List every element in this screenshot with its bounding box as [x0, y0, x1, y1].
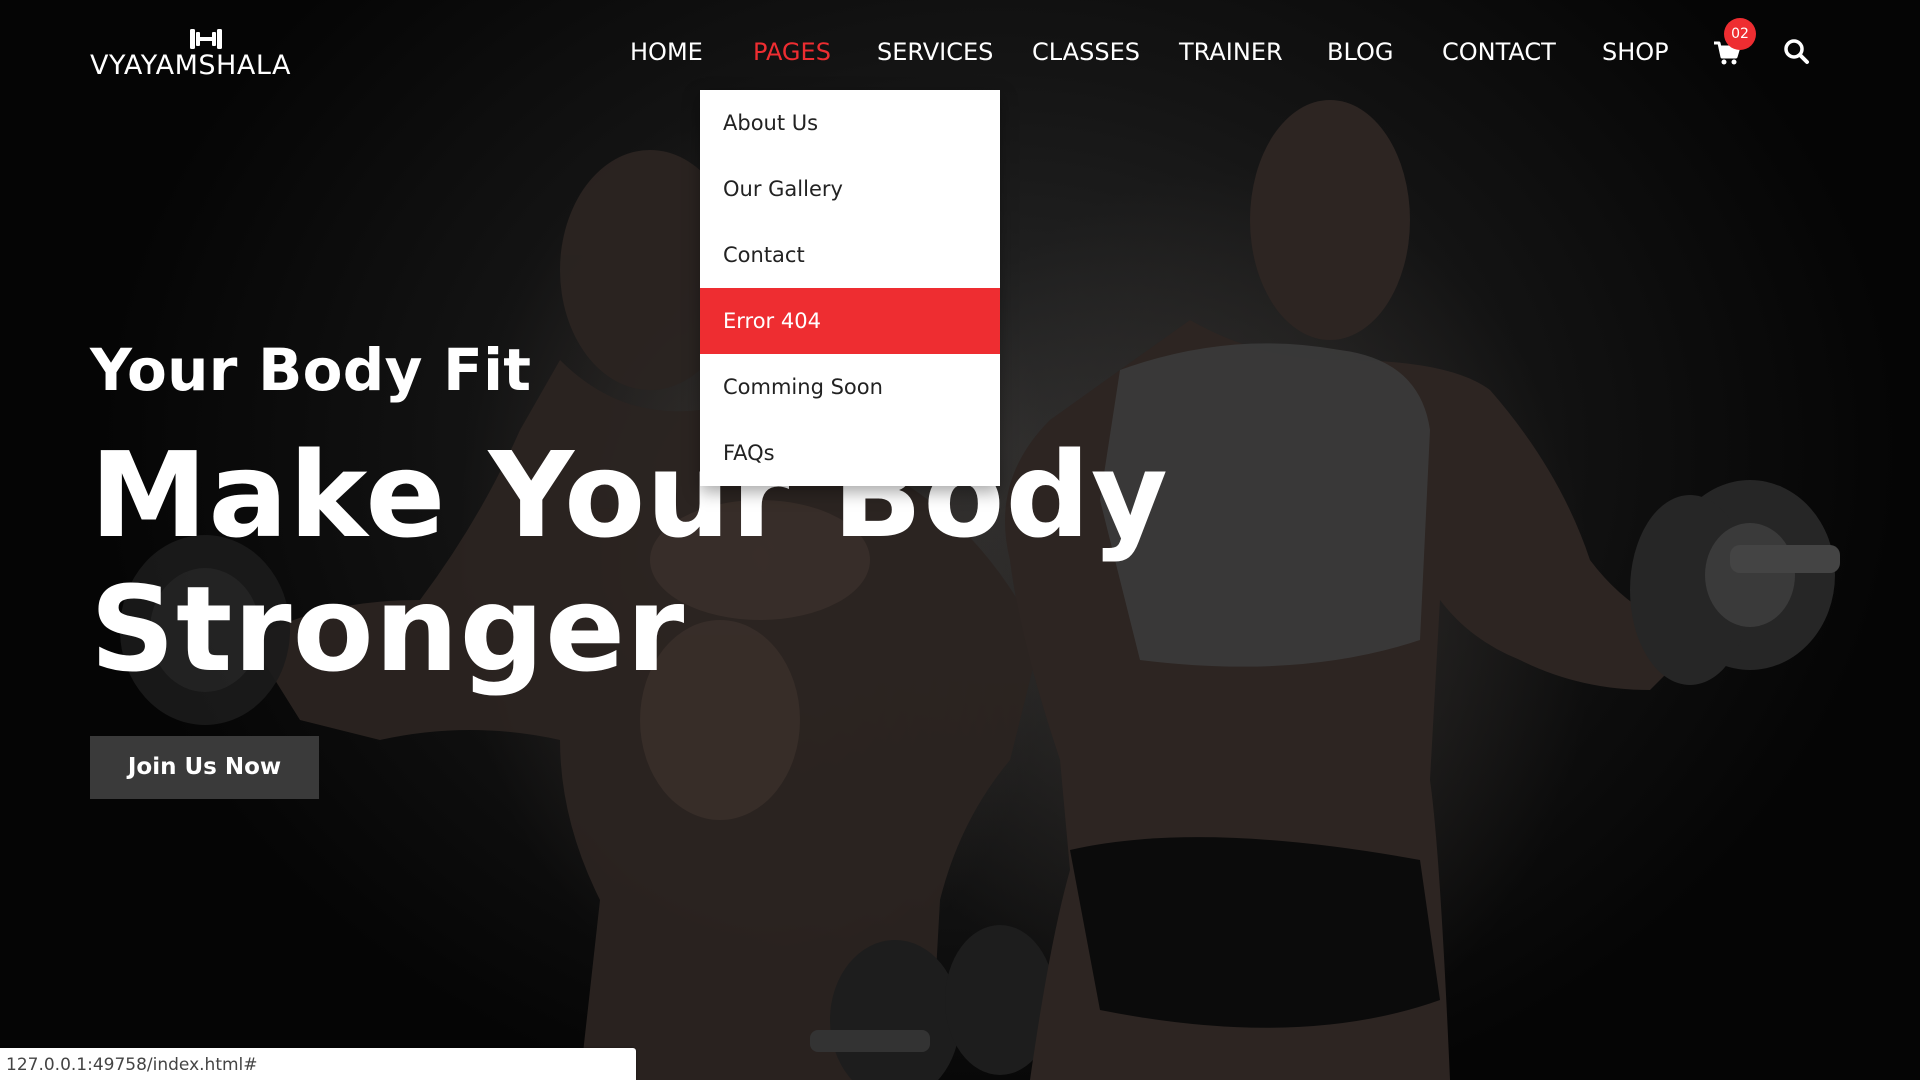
- pages-dropdown-menu: About Us Our Gallery Contact Error 404 C…: [700, 90, 1000, 486]
- page: VYAYAMSHALA HOME PAGES SERVICES CLASSES …: [0, 0, 1920, 1080]
- nav-item-home[interactable]: HOME: [630, 38, 703, 66]
- search-icon[interactable]: [1783, 38, 1811, 66]
- hero-subtitle: Your Body Fit: [90, 336, 532, 404]
- brand-name: VYAYAMSHALA: [90, 50, 291, 81]
- nav-item-trainer[interactable]: TRAINER: [1179, 38, 1283, 66]
- dropdown-item-comming-soon[interactable]: Comming Soon: [700, 354, 1000, 420]
- brand-logo[interactable]: VYAYAMSHALA: [90, 26, 326, 86]
- nav-item-classes[interactable]: CLASSES: [1032, 38, 1140, 66]
- dropdown-item-our-gallery[interactable]: Our Gallery: [700, 156, 1000, 222]
- nav-item-blog[interactable]: BLOG: [1327, 38, 1393, 66]
- dropdown-item-error-404[interactable]: Error 404: [700, 288, 1000, 354]
- dumbbell-icon: [190, 29, 222, 49]
- nav-item-pages[interactable]: PAGES: [753, 38, 831, 66]
- hero-title: Make Your Body Stronger: [90, 428, 1169, 696]
- join-us-now-button[interactable]: Join Us Now: [90, 736, 319, 799]
- status-url: 127.0.0.1:49758/index.html#: [6, 1055, 258, 1075]
- cart-count-badge: 02: [1724, 18, 1756, 50]
- browser-status-bar: 127.0.0.1:49758/index.html#: [0, 1048, 636, 1080]
- dropdown-item-about-us[interactable]: About Us: [700, 90, 1000, 156]
- nav-item-contact[interactable]: CONTACT: [1442, 38, 1556, 66]
- hero-title-line-2: Stronger: [90, 560, 686, 698]
- hero-title-line-1: Make Your Body: [90, 426, 1169, 564]
- nav-item-services[interactable]: SERVICES: [877, 38, 993, 66]
- nav-item-shop[interactable]: SHOP: [1602, 38, 1669, 66]
- dropdown-item-contact[interactable]: Contact: [700, 222, 1000, 288]
- dropdown-item-faqs[interactable]: FAQs: [700, 420, 1000, 486]
